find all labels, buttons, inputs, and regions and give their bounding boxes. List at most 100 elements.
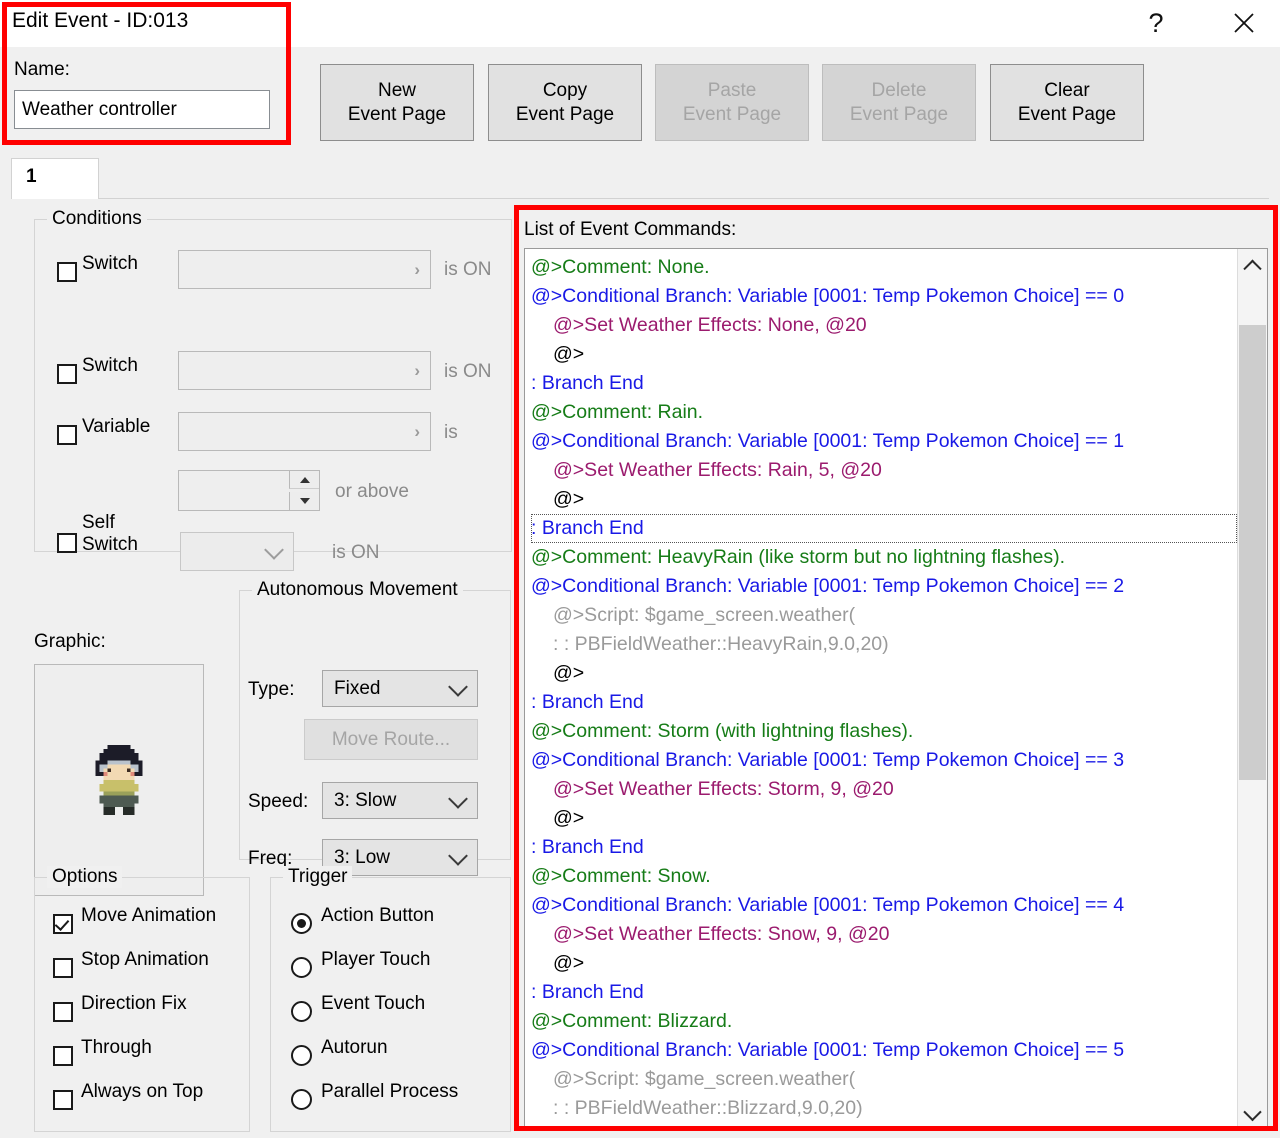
dialog-body: Name: New Event Page Copy Event Page Pas… [0, 47, 1280, 1138]
stepper-down-button[interactable] [289, 492, 319, 510]
movement-speed-dropdown[interactable]: 3: Slow [322, 782, 478, 819]
chevron-right-icon: › [414, 360, 420, 380]
command-line[interactable]: @>Script: $game_screen.weather( [531, 1065, 1225, 1094]
tab-page-1[interactable]: 1 [11, 158, 99, 199]
clear-event-page-line1: Clear [1044, 79, 1090, 101]
command-line[interactable]: @> [531, 485, 1225, 514]
trigger-action-button-radio[interactable] [291, 913, 312, 934]
delete-event-page-line1: Delete [871, 79, 927, 101]
command-line[interactable]: @>Comment: HeavyRain (like storm but no … [531, 543, 1225, 572]
option-direction-fix-label: Direction Fix [81, 993, 187, 1014]
command-line[interactable]: @>Conditional Branch: Variable [0001: Te… [531, 427, 1225, 456]
close-button[interactable] [1216, 0, 1272, 46]
condition-switch-1-label: Switch [82, 253, 138, 274]
command-line[interactable]: @>Set Weather Effects: Snow, 9, @20 [531, 920, 1225, 949]
command-line[interactable]: @>Conditional Branch: Variable [0001: Te… [531, 746, 1225, 775]
event-command-list[interactable]: @>Comment: None. @>Conditional Branch: Va… [524, 248, 1268, 1130]
chevron-up-icon [1243, 259, 1262, 278]
command-list-scrollbar[interactable] [1237, 249, 1267, 1129]
trigger-player-touch-label: Player Touch [321, 949, 431, 970]
event-name-input[interactable] [14, 90, 270, 129]
copy-event-page-button[interactable]: Copy Event Page [488, 64, 642, 141]
new-event-page-line2: Event Page [347, 103, 447, 125]
command-line[interactable]: : Branch End [531, 978, 1225, 1007]
paste-event-page-line2: Event Page [682, 103, 782, 125]
command-line[interactable]: @>Conditional Branch: Variable [0001: Te… [531, 891, 1225, 920]
graphic-label: Graphic: [34, 631, 106, 652]
command-line[interactable]: @>Set Weather Effects: Storm, 9, @20 [531, 775, 1225, 804]
command-line[interactable]: @> [531, 659, 1225, 688]
conditions-title: Conditions [47, 208, 147, 230]
command-line[interactable]: @>Conditional Branch: Variable [0001: Te… [531, 282, 1225, 311]
command-line[interactable]: : : PBFieldWeather::HeavyRain,9.0,20) [531, 630, 1225, 659]
movement-speed-label: Speed: [248, 791, 309, 812]
command-line[interactable]: : Branch End [531, 688, 1225, 717]
command-line[interactable]: : : PBFieldWeather::Blizzard,9.0,20) [531, 1094, 1225, 1123]
command-line[interactable]: @>Comment: None. [531, 253, 1225, 282]
command-line[interactable]: @>Conditional Branch: Variable [0001: Te… [531, 572, 1225, 601]
stepper-up-button[interactable] [289, 471, 319, 489]
movement-type-dropdown[interactable]: Fixed [322, 670, 478, 707]
command-line[interactable]: @>Comment: Storm (with lightning flashes… [531, 717, 1225, 746]
self-switch-line-1: Self [82, 512, 115, 533]
graphic-preview-box[interactable] [34, 664, 204, 896]
options-group: Options Move Animation Stop Animation Di… [34, 866, 250, 1132]
trigger-event-touch-label: Event Touch [321, 993, 426, 1014]
command-line[interactable]: : Branch End [531, 833, 1225, 862]
condition-switch-1-suffix: is ON [444, 259, 492, 280]
close-icon [1234, 13, 1254, 33]
trigger-parallel-process-radio[interactable] [291, 1089, 312, 1110]
command-line[interactable]: @>Set Weather Effects: Rain, 5, @20 [531, 456, 1225, 485]
command-line[interactable]: @>Comment: Blizzard. [531, 1007, 1225, 1036]
condition-variable-value-stepper[interactable] [178, 470, 320, 511]
movement-type-value: Fixed [334, 678, 381, 699]
new-event-page-button[interactable]: New Event Page [320, 64, 474, 141]
options-title: Options [47, 866, 123, 888]
option-through-label: Through [81, 1037, 152, 1058]
trigger-group: Trigger Action Button Player Touch Event… [270, 866, 511, 1132]
command-line[interactable]: @>Set Weather Effects: None, @20 [531, 311, 1225, 340]
condition-variable-checkbox[interactable] [57, 425, 77, 445]
event-page-tab-strip: 1 [11, 158, 1269, 199]
command-line[interactable]: @>Comment: Rain. [531, 398, 1225, 427]
condition-variable-field[interactable]: › [178, 412, 431, 451]
condition-switch-2-suffix: is ON [444, 361, 492, 382]
command-line[interactable]: @>Script: $game_screen.weather( [531, 601, 1225, 630]
command-lines-container: @>Comment: None. @>Conditional Branch: Va… [525, 253, 1237, 1123]
trigger-autorun-radio[interactable] [291, 1045, 312, 1066]
option-move-animation-checkbox[interactable] [53, 914, 73, 934]
option-stop-animation-checkbox[interactable] [53, 958, 73, 978]
command-line[interactable]: @> [531, 340, 1225, 369]
condition-switch-2-field[interactable]: › [178, 351, 431, 390]
condition-switch-1-field[interactable]: › [178, 250, 431, 289]
title-bar: Edit Event - ID:013 ? [0, 0, 1280, 48]
condition-self-switch-dropdown[interactable] [180, 532, 294, 571]
command-line[interactable]: : Branch End [531, 514, 1237, 543]
command-line[interactable]: @> [531, 804, 1225, 833]
scroll-down-button[interactable] [1238, 1098, 1267, 1129]
character-sprite [95, 745, 143, 815]
scrollbar-thumb[interactable] [1239, 325, 1266, 780]
command-line[interactable]: @>Comment: Snow. [531, 862, 1225, 891]
trigger-player-touch-radio[interactable] [291, 957, 312, 978]
condition-switch-2-checkbox[interactable] [57, 364, 77, 384]
window-title: Edit Event - ID:013 [12, 9, 189, 32]
option-direction-fix-checkbox[interactable] [53, 1002, 73, 1022]
conditions-group: Conditions Switch › is ON Switch › is ON… [34, 208, 512, 571]
option-always-on-top-label: Always on Top [81, 1081, 204, 1102]
help-button[interactable]: ? [1128, 0, 1184, 46]
trigger-event-touch-radio[interactable] [291, 1001, 312, 1022]
option-through-checkbox[interactable] [53, 1046, 73, 1066]
self-switch-line-2: Switch [82, 534, 138, 555]
command-line[interactable]: : Branch End [531, 369, 1225, 398]
command-line[interactable]: @>Conditional Branch: Variable [0001: Te… [531, 1036, 1225, 1065]
option-always-on-top-checkbox[interactable] [53, 1090, 73, 1110]
copy-event-page-line1: Copy [542, 79, 588, 101]
condition-self-switch-checkbox[interactable] [57, 533, 77, 553]
condition-variable-or-above-label: or above [335, 481, 409, 502]
condition-switch-1-checkbox[interactable] [57, 262, 77, 282]
scroll-up-button[interactable] [1238, 249, 1267, 280]
delete-event-page-button: Delete Event Page [822, 64, 976, 141]
command-line[interactable]: @> [531, 949, 1225, 978]
clear-event-page-button[interactable]: Clear Event Page [990, 64, 1144, 141]
